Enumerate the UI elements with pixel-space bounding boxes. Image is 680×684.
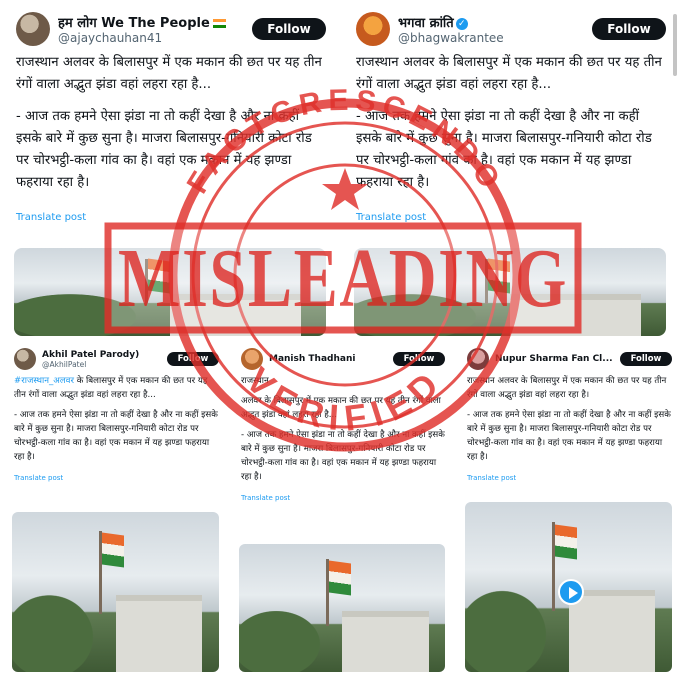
user-name[interactable]: Manish Thadhani <box>269 354 387 364</box>
user-name-suffix: Parody) <box>99 349 140 360</box>
user-handle[interactable]: @bhagwakrantee <box>398 31 584 45</box>
tweet-header: हम लोग We The People @ajaychauhan41 Foll… <box>0 0 340 46</box>
tweet-text: राजस्थान अलवर के बिलासपुर में एक मकान की… <box>0 46 340 194</box>
translate-post-link[interactable]: Translate post <box>227 490 453 502</box>
tweet-header: Nupur Sharma Fan Cl... Follow <box>453 340 680 370</box>
user-name[interactable]: भगवा क्रांति <box>398 16 454 31</box>
india-flag-icon <box>212 19 226 28</box>
avatar[interactable] <box>356 12 390 46</box>
tweet-text: राजस्थान अलवर के बिलासपुर में एक मकान की… <box>227 370 453 484</box>
tweet-card-3: Akhil Patel Parody) @AkhilPatel Follow #… <box>0 340 227 680</box>
translate-post-link[interactable]: Translate post <box>340 204 680 223</box>
tweet-video[interactable] <box>14 248 326 336</box>
flag-image <box>148 258 171 294</box>
user-name[interactable]: हम लोग We The People <box>58 16 210 31</box>
flag-image <box>488 258 511 294</box>
tweet-lead-continued: अलवर के बिलासपुर में एक मकान की छत पर यह… <box>241 396 441 420</box>
misleading-collage: हम लोग We The People @ajaychauhan41 Foll… <box>0 0 680 680</box>
tweet-lead: राजस्थान अलवर के बिलासपुर में एक मकान की… <box>467 376 667 400</box>
scrollbar[interactable] <box>673 14 677 76</box>
follow-button[interactable]: Follow <box>393 352 445 366</box>
tweet-body: - आज तक हमने ऐसा झंडा ना तो कहीं देखा है… <box>356 109 652 190</box>
tweet-video[interactable] <box>239 544 445 672</box>
translate-post-link[interactable]: Translate post <box>0 204 340 223</box>
tweet-header: Manish Thadhani Follow <box>227 340 453 370</box>
follow-button[interactable]: Follow <box>620 352 672 366</box>
tweet-text: राजस्थान अलवर के बिलासपुर में एक मकान की… <box>340 46 680 194</box>
follow-button[interactable]: Follow <box>252 18 326 40</box>
tweet-lead: राजस्थान अलवर के बिलासपुर में एक मकान की… <box>16 55 322 92</box>
user-name[interactable]: Nupur Sharma Fan Cl... <box>495 354 614 364</box>
user-name[interactable]: Akhil Patel <box>42 350 97 360</box>
tweet-video[interactable] <box>12 512 219 672</box>
tweet-video[interactable] <box>465 502 672 672</box>
tweet-lead: राजस्थान <box>241 376 269 386</box>
tweet-card-4: Manish Thadhani Follow राजस्थान अलवर के … <box>227 340 453 680</box>
tweet-header: भगवा क्रांति ✓ @bhagwakrantee Follow <box>340 0 680 46</box>
tweet-lead: राजस्थान अलवर के बिलासपुर में एक मकान की… <box>356 55 662 92</box>
tweet-card-5: Nupur Sharma Fan Cl... Follow राजस्थान अ… <box>453 340 680 680</box>
avatar[interactable] <box>241 348 263 370</box>
flag-image <box>328 560 351 596</box>
tweet-text: राजस्थान अलवर के बिलासपुर में एक मकान की… <box>453 370 680 464</box>
tweet-card-2: भगवा क्रांति ✓ @bhagwakrantee Follow राजस… <box>340 0 680 340</box>
hashtag-link[interactable]: #राजस्थान_अलवर <box>14 376 74 386</box>
tweet-body: - आज तक हमने ऐसा झंडा ना तो कहीं देखा है… <box>467 410 671 462</box>
tweet-body: - आज तक हमने ऐसा झंडा ना तो कहीं देखा है… <box>16 109 312 190</box>
tweet-header: Akhil Patel Parody) @AkhilPatel Follow <box>0 340 227 370</box>
tweet-video[interactable] <box>354 248 666 336</box>
follow-button[interactable]: Follow <box>167 352 219 366</box>
verified-badge-icon: ✓ <box>455 17 468 30</box>
tweet-body: - आज तक हमने ऐसा झंडा ना तो कहीं देखा है… <box>14 410 218 462</box>
avatar[interactable] <box>16 12 50 46</box>
follow-button[interactable]: Follow <box>592 18 666 40</box>
avatar[interactable] <box>467 348 489 370</box>
translate-post-link[interactable]: Translate post <box>0 470 227 482</box>
user-handle[interactable]: @ajaychauhan41 <box>58 31 244 45</box>
avatar[interactable] <box>14 348 36 370</box>
tweet-text: #राजस्थान_अलवर के बिलासपुर में एक मकान क… <box>0 370 227 464</box>
translate-post-link[interactable]: Translate post <box>453 470 680 482</box>
flag-image <box>101 532 124 568</box>
flag-image <box>554 524 577 560</box>
user-handle[interactable]: @AkhilPatel <box>42 360 161 369</box>
play-icon[interactable] <box>558 578 585 605</box>
tweet-body: - आज तक हमने ऐसा झंडा ना तो कहीं देखा है… <box>241 430 445 482</box>
tweet-card-1: हम लोग We The People @ajaychauhan41 Foll… <box>0 0 340 340</box>
